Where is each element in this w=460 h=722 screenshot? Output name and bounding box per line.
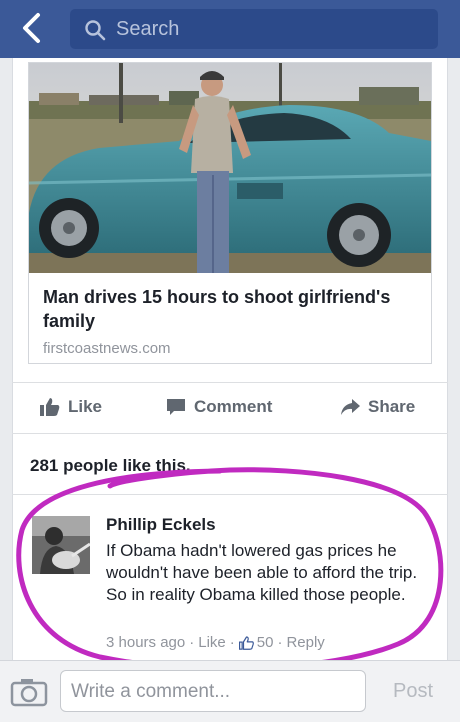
search-field[interactable]: Search <box>70 9 438 49</box>
comment-reply-link[interactable]: Reply <box>286 634 324 651</box>
commenter-avatar[interactable] <box>32 516 90 574</box>
search-icon <box>85 20 106 41</box>
comment-text: If Obama hadn't lowered gas prices he wo… <box>106 541 418 604</box>
thumbs-up-icon <box>40 398 60 416</box>
like-button[interactable]: Like <box>40 397 102 417</box>
top-bar: Search <box>0 0 460 58</box>
comment-input-placeholder: Write a comment... <box>71 681 231 702</box>
comment-button[interactable]: Comment <box>166 397 272 417</box>
likes-summary[interactable]: 281 people like this. <box>30 456 191 476</box>
comment-meta: 3 hours ago · Like · 50 · Reply <box>106 634 325 651</box>
back-button[interactable] <box>16 10 50 46</box>
share-button[interactable]: Share <box>340 397 415 417</box>
comment-bubble-icon <box>167 399 185 415</box>
share-arrow-icon <box>341 399 360 415</box>
camera-icon <box>10 679 48 707</box>
comment-like-count-value: 50 <box>256 634 274 651</box>
comment-input[interactable]: Write a comment... <box>60 670 366 712</box>
back-chevron-icon <box>23 13 40 43</box>
comment-like-count[interactable]: 50 <box>238 634 274 651</box>
post-actions-bar: Like Comment Share <box>12 382 448 434</box>
thumbs-up-icon <box>238 635 254 650</box>
comment-composer: Write a comment... Post <box>0 660 460 722</box>
meta-separator: · <box>189 634 195 651</box>
link-headline: Man drives 15 hours to shoot girlfriend'… <box>43 287 391 331</box>
divider <box>12 494 448 495</box>
search-placeholder: Search <box>116 18 180 40</box>
comment-like-link[interactable]: Like <box>198 634 226 651</box>
meta-separator: · <box>277 634 283 651</box>
camera-button[interactable] <box>10 677 48 707</box>
link-preview-photo <box>29 63 431 273</box>
like-button-label: Like <box>68 397 103 416</box>
comment-button-label: Comment <box>194 397 273 416</box>
comment-author[interactable]: Phillip Eckels <box>106 515 216 535</box>
link-preview[interactable]: Man drives 15 hours to shoot girlfriend'… <box>28 62 432 364</box>
post-button[interactable]: Post <box>374 670 452 712</box>
comment-time: 3 hours ago <box>106 634 186 651</box>
meta-separator: · <box>229 634 235 651</box>
link-domain: firstcoastnews.com <box>43 340 171 357</box>
share-button-label: Share <box>368 397 416 416</box>
